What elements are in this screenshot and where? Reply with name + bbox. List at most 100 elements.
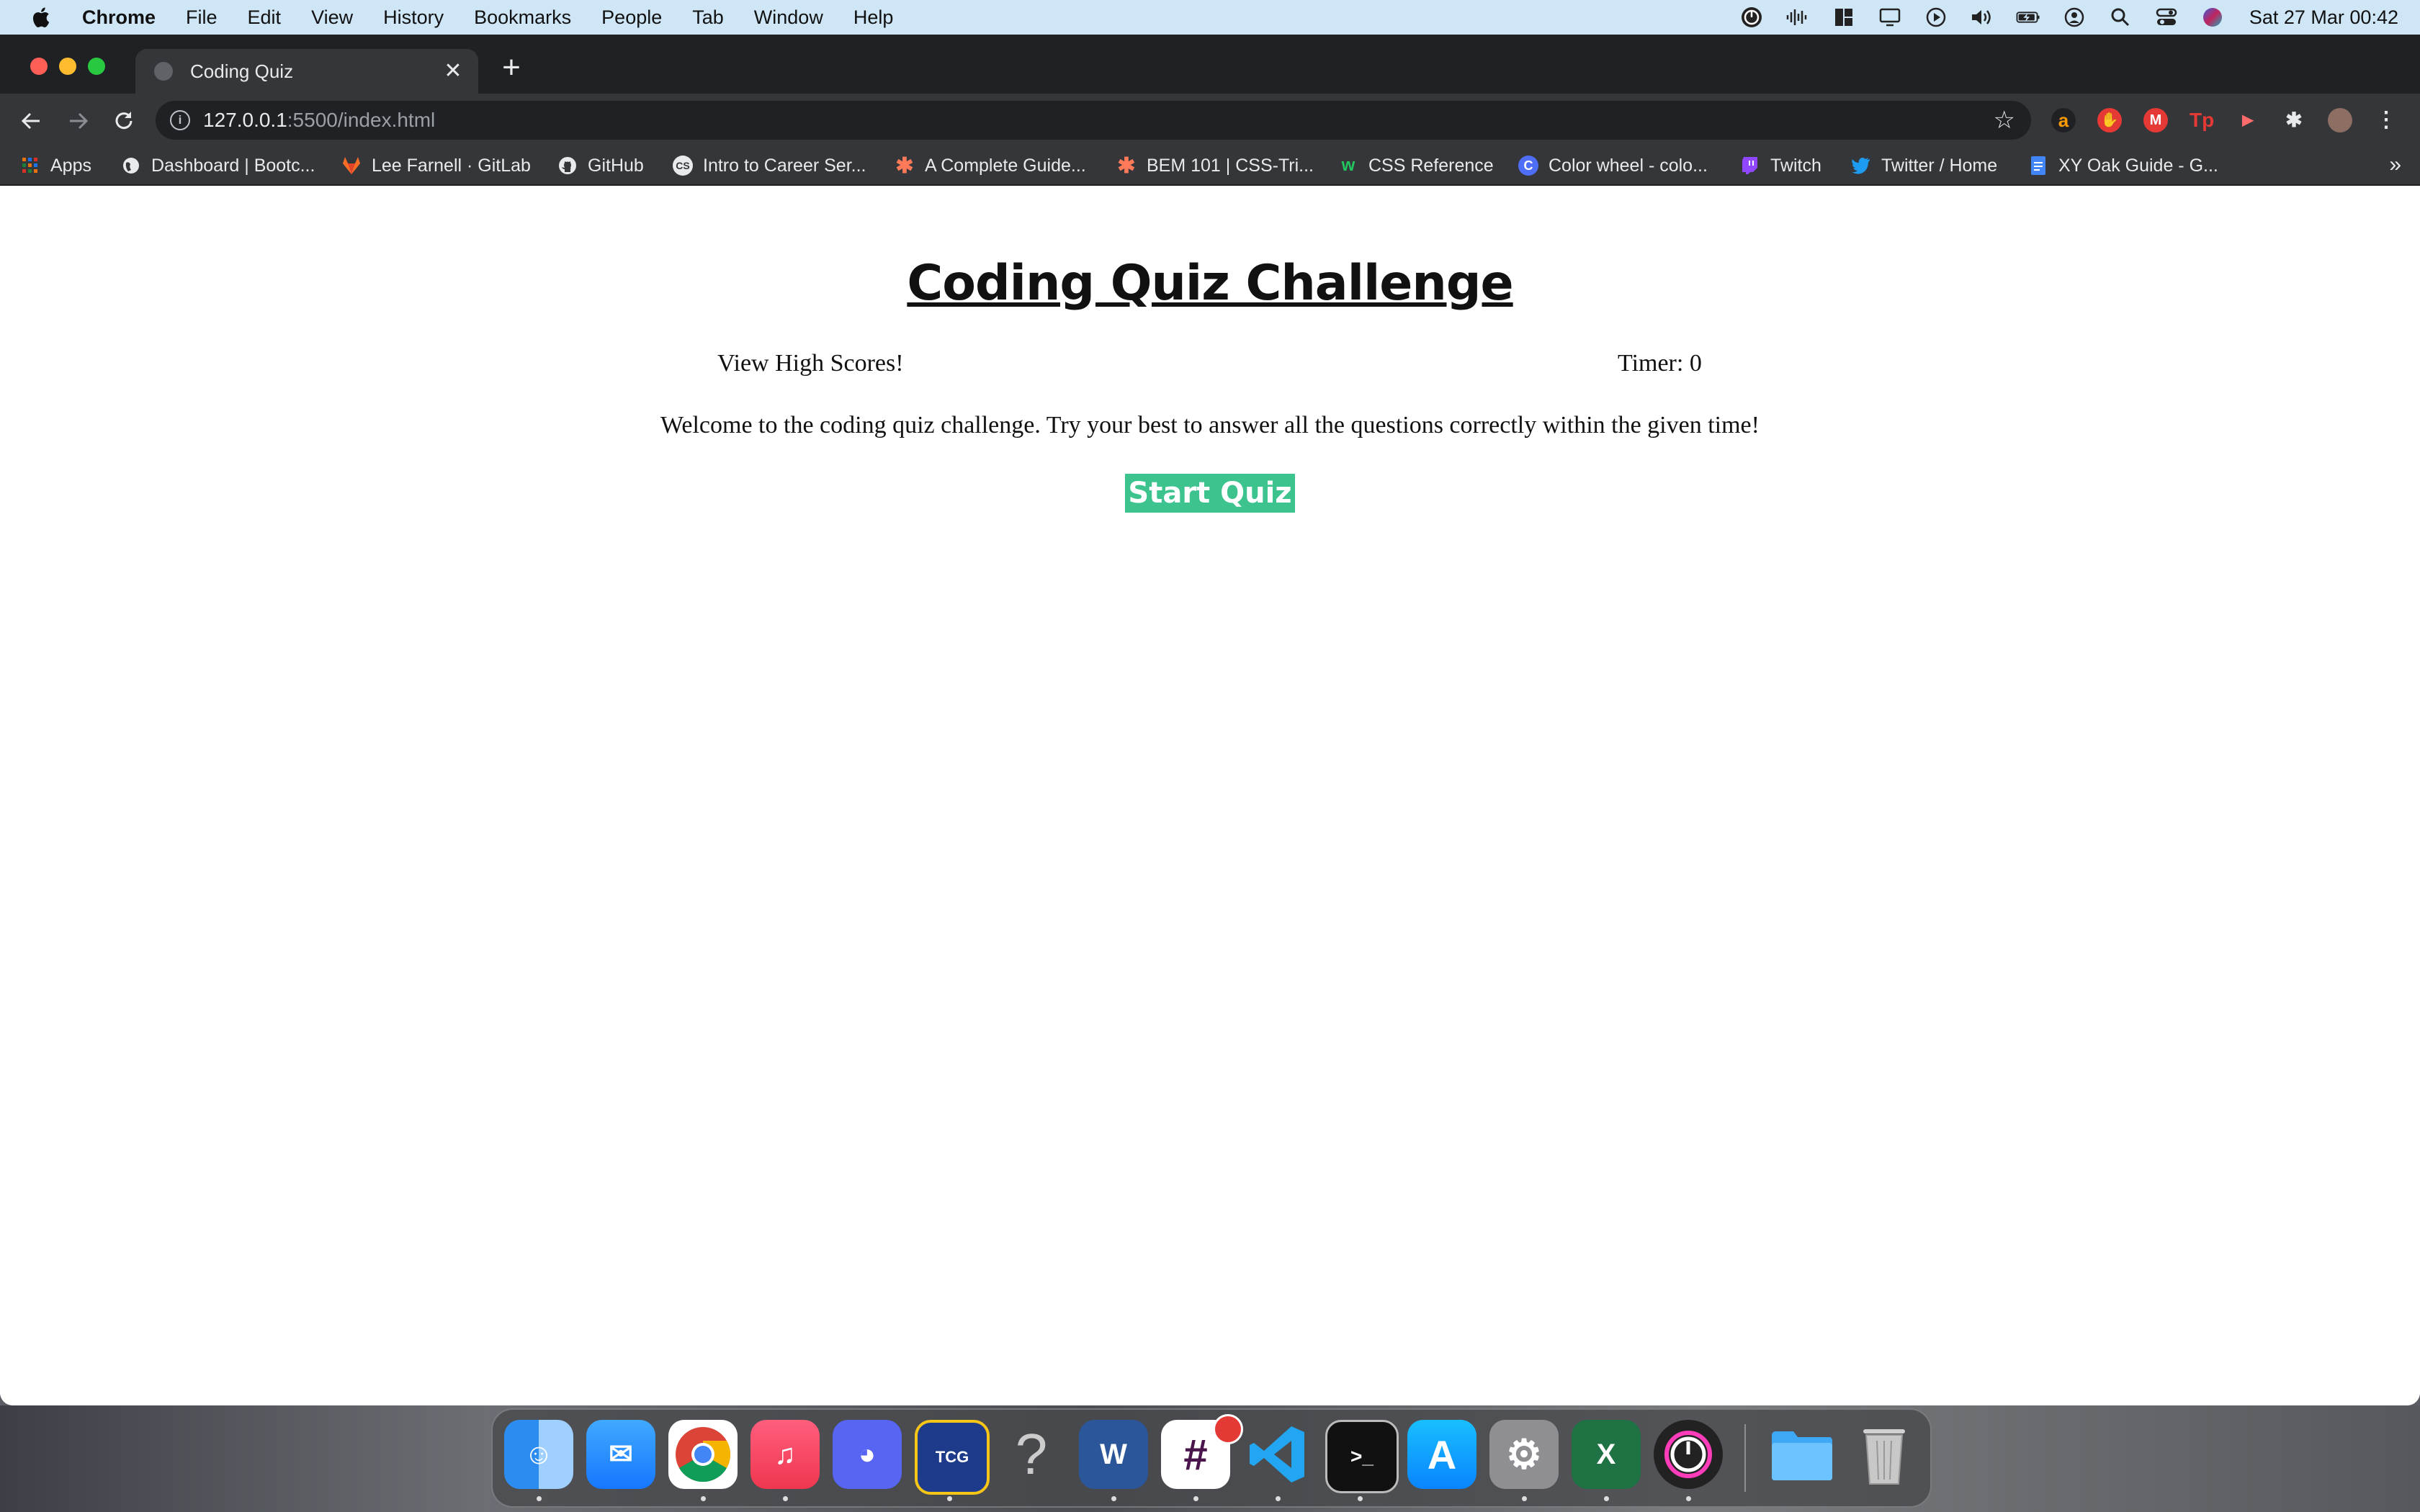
unknown-app-icon[interactable]: ? [997,1420,1066,1489]
vscode-icon[interactable] [1243,1420,1312,1489]
menu-window[interactable]: Window [754,6,823,29]
chrome-menu-icon[interactable]: ⋮ [2374,108,2398,132]
running-indicator [1358,1496,1363,1501]
bookmark-css-reference[interactable]: w CSS Reference [1338,153,1494,179]
tab-coding-quiz[interactable]: Coding Quiz ✕ [135,49,478,94]
finder-icon[interactable]: ☺ [504,1420,573,1489]
dock-separator [1744,1424,1746,1492]
site-info-icon[interactable]: i [170,110,190,130]
pokemon-tcg-icon[interactable]: TCG [915,1420,990,1495]
profile-avatar[interactable] [2328,108,2352,132]
terminal-icon[interactable]: >_ [1325,1420,1399,1493]
tp-extension-icon[interactable]: Tp [2190,108,2214,132]
bookmark-label: GitHub [588,155,644,176]
cs-icon: CS [673,156,693,176]
timer-app-icon[interactable] [1739,6,1764,28]
play-circle-icon[interactable] [1924,6,1948,28]
amazon-extension-icon[interactable]: a [2051,108,2076,132]
running-indicator [1276,1496,1281,1501]
user-account-icon[interactable] [2062,6,2087,28]
menu-help[interactable]: Help [853,6,894,29]
menu-view[interactable]: View [311,6,353,29]
video-extension-icon[interactable]: ▶ [2236,108,2260,132]
forward-arrow-icon[interactable] [63,107,92,135]
menu-tab[interactable]: Tab [692,6,724,29]
app-store-icon[interactable]: A [1407,1420,1476,1489]
menu-app-name[interactable]: Chrome [82,6,156,29]
bookmarks-bar: Apps Dashboard | Bootc... Lee Farnell · … [0,147,2420,186]
timer-app-icon[interactable] [1654,1420,1723,1489]
audio-waveform-icon[interactable] [1785,6,1810,28]
globe-icon [154,62,173,81]
menu-edit[interactable]: Edit [248,6,282,29]
window-close-button[interactable] [30,58,48,75]
bookmark-gitlab[interactable]: Lee Farnell · GitLab [341,153,531,179]
battery-charging-icon[interactable] [2016,6,2040,28]
bookmark-career-services[interactable]: CS Intro to Career Ser... [673,153,866,179]
menu-history[interactable]: History [383,6,444,29]
menubar-clock[interactable]: Sat 27 Mar 00:42 [2249,6,2398,29]
url-host: 127.0.0.1 [203,109,287,131]
bookmark-label: Twitter / Home [1881,155,1998,176]
bookmark-label: Apps [50,155,91,176]
bookmark-complete-guide[interactable]: ✱ A Complete Guide... [895,153,1085,179]
new-tab-button[interactable]: + [497,52,526,84]
menu-people[interactable]: People [601,6,662,29]
mail-icon[interactable]: ✉ [586,1420,655,1489]
word-icon[interactable]: W [1079,1420,1148,1489]
globe-icon [121,156,141,176]
more-bookmarks-chevron-icon[interactable]: » [2389,153,2401,177]
system-preferences-icon[interactable]: ⚙ [1489,1420,1559,1489]
window-minimize-button[interactable] [59,58,76,75]
apple-logo-icon[interactable] [30,6,50,29]
window-tiles-icon[interactable] [1832,6,1856,28]
bookmark-label: Twitch [1770,155,1821,176]
back-arrow-icon[interactable] [17,107,46,135]
bookmark-label: CSS Reference [1368,155,1494,176]
tab-title: Coding Quiz [190,60,294,82]
excel-icon[interactable]: X [1572,1420,1641,1489]
view-high-scores-link[interactable]: View High Scores! [717,350,904,377]
google-docs-icon [2028,156,2048,176]
bookmark-github[interactable]: GitHub [557,153,644,179]
bookmark-apps[interactable]: Apps [20,153,91,179]
menu-file[interactable]: File [186,6,218,29]
trash-icon[interactable] [1850,1420,1919,1489]
discord-icon[interactable]: ◕ [833,1420,902,1489]
bookmark-xy-oak-guide[interactable]: XY Oak Guide - G... [2028,153,2218,179]
welcome-text: Welcome to the coding quiz challenge. Tr… [660,412,1760,438]
running-indicator [537,1496,542,1501]
menu-bar: Chrome File Edit View History Bookmarks … [0,0,2420,35]
running-indicator [701,1496,706,1501]
bookmark-twitter[interactable]: Twitter / Home [1851,153,1997,179]
reload-icon[interactable] [109,107,138,135]
browser-window: Coding Quiz ✕ + i 127.0.0.1:5500/index.h… [0,35,2420,1405]
siri-icon[interactable] [2200,6,2225,28]
window-maximize-button[interactable] [88,58,105,75]
chrome-icon[interactable] [668,1420,738,1489]
running-indicator [1193,1496,1198,1501]
close-tab-icon[interactable]: ✕ [441,59,465,84]
music-icon[interactable]: ♫ [750,1420,820,1489]
volume-icon[interactable] [1970,6,1994,28]
bookmark-twitch[interactable]: Twitch [1740,153,1821,179]
asterisk-icon: ✱ [1117,153,1136,178]
screen-mirroring-icon[interactable] [1878,6,1902,28]
adblock-extension-icon[interactable]: ✋ [2097,108,2122,132]
folder-icon[interactable] [1767,1420,1837,1489]
extensions-puzzle-icon[interactable]: ✱ [2282,108,2306,132]
control-center-icon[interactable] [2154,6,2179,28]
bookmark-label: Lee Farnell · GitLab [372,155,531,176]
start-quiz-button[interactable]: Start Quiz [1125,474,1295,513]
address-bar[interactable]: i 127.0.0.1:5500/index.html ☆ [156,101,2031,140]
twitch-icon [1740,156,1760,176]
mega-extension-icon[interactable]: M [2143,108,2168,132]
bookmark-color-wheel[interactable]: C Color wheel - colo... [1518,153,1708,179]
menu-bookmarks[interactable]: Bookmarks [474,6,571,29]
bookmark-star-icon[interactable]: ☆ [1994,108,2015,132]
bookmark-dashboard[interactable]: Dashboard | Bootc... [121,153,315,179]
canva-icon: C [1518,156,1538,176]
apps-grid-icon [20,156,40,176]
spotlight-search-icon[interactable] [2108,6,2133,28]
bookmark-bem-101[interactable]: ✱ BEM 101 | CSS-Tri... [1116,153,1314,179]
